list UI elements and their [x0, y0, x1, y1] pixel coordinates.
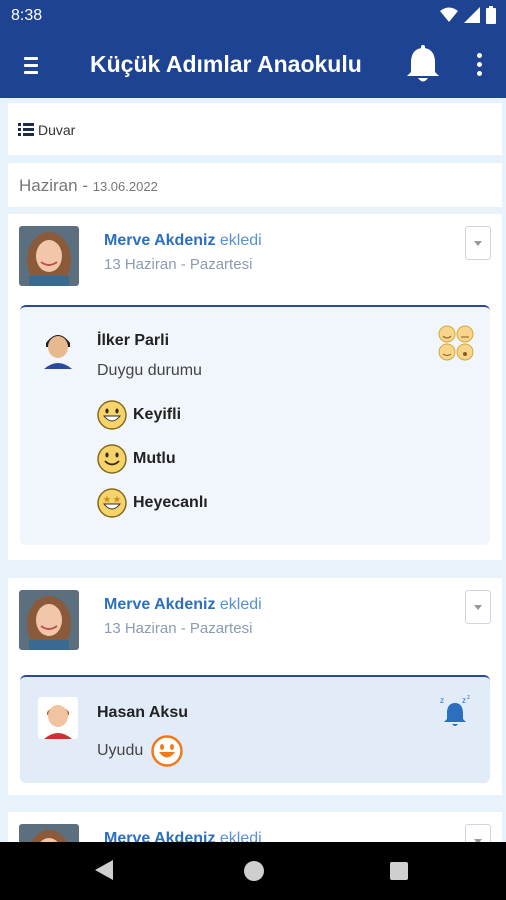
svg-text:★: ★ [103, 495, 111, 504]
svg-text:★: ★ [113, 495, 121, 504]
mood-item: ★ ★ Heyecanlı [97, 488, 208, 518]
sleep-entry: Hasan Aksu z z z Uyudu [20, 675, 490, 783]
bell-icon[interactable] [405, 45, 441, 85]
home-icon[interactable] [244, 861, 264, 881]
post-options-dropdown[interactable] [465, 590, 491, 624]
month-header-text: Haziran - 13.06.2022 [19, 176, 158, 196]
hamburger-icon[interactable] [20, 54, 42, 76]
month-separator: - [82, 176, 88, 195]
app-title: Küçük Adımlar Anaokulu [90, 51, 362, 77]
post-verb: ekledi [219, 830, 262, 842]
smile-face-icon [97, 444, 127, 474]
post-options-dropdown[interactable] [465, 226, 491, 260]
teacher-avatar [19, 226, 79, 286]
emotion-entry: İlker Parli Duygu durumu Keyifli Mutlu ★… [20, 305, 490, 545]
mood-item: Keyifli [97, 400, 181, 430]
star-eyes-face-icon: ★ ★ [97, 488, 127, 518]
post-card: Merve Akdeniz ekledi 13 Haziran - Pazart… [8, 578, 502, 795]
teacher-avatar [19, 590, 79, 650]
mood-label: Heyecanlı [133, 494, 208, 511]
svg-text:z: z [462, 696, 466, 705]
status-icons [440, 6, 496, 24]
list-icon [18, 123, 34, 136]
signal-icon [464, 7, 480, 23]
teacher-avatar [19, 824, 79, 842]
post-author-line: Merve Akdeniz ekledi [104, 232, 262, 250]
post-options-dropdown[interactable] [465, 824, 491, 842]
happy-face-icon [97, 400, 127, 430]
entry-type: Duygu durumu [97, 362, 202, 379]
post-card: Merve Akdeniz ekledi [8, 812, 502, 842]
status-bar: 8:38 [0, 0, 506, 32]
status-time: 8:38 [11, 7, 43, 24]
svg-text:z: z [440, 696, 444, 705]
post-date: 13 Haziran - Pazartesi [104, 620, 253, 637]
child-name: Hasan Aksu [97, 704, 188, 721]
month-date: 13.06.2022 [92, 179, 158, 194]
mood-item: Mutlu [97, 444, 176, 474]
post-card: Merve Akdeniz ekledi 13 Haziran - Pazart… [8, 214, 502, 560]
child-name: İlker Parli [97, 332, 170, 349]
recent-apps-icon[interactable] [390, 862, 408, 880]
child-avatar [38, 327, 78, 369]
wall-tab-label: Duvar [38, 122, 76, 138]
entry-type-line: Uyudu [97, 735, 183, 767]
sleep-bell-icon: z z z [440, 695, 470, 726]
post-author[interactable]: Merve Akdeniz [104, 232, 215, 249]
battery-icon [486, 6, 496, 24]
mood-faces-icon [438, 325, 474, 361]
post-verb: ekledi [219, 596, 262, 613]
wifi-icon [440, 7, 458, 22]
entry-type: Uyudu [97, 742, 144, 759]
back-icon[interactable] [95, 860, 113, 880]
post-verb: ekledi [219, 232, 262, 249]
mood-label: Mutlu [133, 450, 176, 467]
mood-label: Keyifli [133, 406, 182, 423]
app-bar: Küçük Adımlar Anaokulu [0, 32, 506, 98]
post-date: 13 Haziran - Pazartesi [104, 256, 253, 273]
post-author[interactable]: Merve Akdeniz [104, 596, 215, 613]
svg-text:z: z [467, 695, 470, 701]
system-nav-bar [0, 842, 506, 900]
orange-smile-icon [151, 735, 183, 767]
month-header: Haziran - 13.06.2022 [8, 163, 502, 207]
wall-tab[interactable]: Duvar [8, 103, 502, 155]
post-author[interactable]: Merve Akdeniz [104, 830, 215, 842]
post-author-line: Merve Akdeniz ekledi [104, 596, 262, 614]
post-author-line: Merve Akdeniz ekledi [104, 830, 262, 842]
month-name: Haziran [19, 176, 78, 195]
child-avatar [38, 697, 78, 739]
more-vert-icon[interactable] [471, 52, 487, 78]
